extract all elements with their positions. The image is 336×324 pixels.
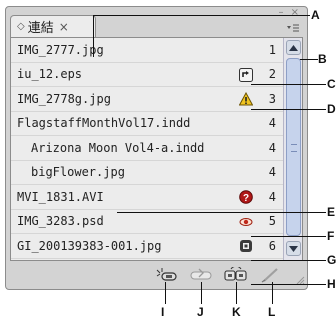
links-list: IMG_2777.jpg 1 iu_12.eps 2 IMG_2778g.jpg…	[10, 37, 303, 261]
link-name: IMG_2777.jpg	[17, 42, 104, 57]
list-item[interactable]: iu_12.eps 2	[11, 63, 283, 87]
callout-line-b	[300, 59, 318, 60]
scroll-up-button[interactable]	[286, 40, 301, 55]
close-icon[interactable]: ×	[59, 20, 69, 34]
callout-line-a	[93, 15, 94, 57]
callout-line-k	[236, 282, 237, 304]
callout-label-k: K	[232, 305, 241, 319]
callout-line-e	[117, 212, 326, 213]
callout-label-b: B	[318, 52, 327, 66]
link-page[interactable]: 2	[264, 67, 276, 81]
link-page[interactable]: 4	[264, 116, 276, 130]
relink-icon[interactable]	[154, 267, 178, 283]
link-page[interactable]: 4	[264, 165, 276, 179]
link-page[interactable]: 5	[264, 214, 276, 228]
callout-line-i	[165, 282, 166, 304]
callout-line-h	[251, 284, 326, 285]
tab-diamond-icon: ◇	[17, 21, 25, 32]
window-controls[interactable]: – ×	[278, 8, 301, 18]
callout-line-f	[251, 236, 326, 237]
list-item[interactable]: Arizona Moon Vol4-a.indd 4	[11, 136, 283, 161]
chevron-down-icon	[289, 245, 298, 252]
link-name: MVI_1831.AVI	[17, 189, 104, 204]
link-name: FlagstaffMonthVol17.indd	[17, 116, 191, 131]
edit-original-icon[interactable]	[261, 267, 281, 283]
scroll-down-button[interactable]	[286, 241, 301, 256]
modified-icon[interactable]	[239, 67, 253, 82]
update-link-icon[interactable]	[224, 267, 248, 283]
callout-line-g	[251, 260, 326, 261]
callout-label-f: F	[327, 229, 335, 243]
callout-label-c: C	[327, 77, 336, 91]
chevron-up-icon	[289, 44, 298, 51]
go-to-link-icon[interactable]	[190, 267, 212, 283]
callout-label-g: G	[327, 253, 336, 267]
link-page[interactable]: 4	[264, 141, 276, 155]
list-item[interactable]: MVI_1831.AVI ? 4	[11, 185, 283, 210]
callout-label-h: H	[327, 277, 336, 291]
callout-line-c	[251, 84, 326, 85]
missing-link-icon[interactable]: ?	[239, 190, 253, 204]
scroll-grip-icon	[291, 144, 297, 152]
tab-label: 連結	[27, 21, 54, 36]
callout-label-j: J	[197, 305, 204, 319]
link-name: bigFlower.jpg	[31, 165, 125, 180]
list-item[interactable]: IMG_2778g.jpg 3	[11, 87, 283, 112]
panel-toolbar	[6, 263, 309, 289]
link-name: IMG_3283.psd	[17, 214, 104, 229]
list-item[interactable]: GI_200139383-001.jpg 6	[11, 234, 283, 259]
list-item[interactable]: FlagstaffMonthVol17.indd 4	[11, 112, 283, 136]
callout-line-l	[272, 282, 273, 304]
scrollbar[interactable]	[283, 38, 302, 260]
link-page[interactable]: 4	[264, 190, 276, 204]
embedded-icon[interactable]	[239, 239, 253, 253]
callout-label-d: D	[327, 102, 336, 116]
panel-menu-icon	[287, 24, 299, 32]
eye-icon[interactable]	[239, 215, 253, 229]
callout-label-i: I	[161, 305, 165, 319]
callout-line-j	[201, 282, 202, 304]
svg-text:?: ?	[243, 193, 249, 204]
list-item[interactable]: bigFlower.jpg 4	[11, 161, 283, 185]
callout-line-d	[251, 109, 326, 110]
warning-icon[interactable]	[239, 92, 253, 106]
callout-label-a: A	[311, 8, 320, 22]
tab-links[interactable]: ◇ 連結 ×	[10, 15, 96, 37]
callout-line-a-top	[93, 15, 310, 16]
list-item[interactable]: IMG_3283.psd 5	[11, 210, 283, 234]
link-name: Arizona Moon Vol4-a.indd	[31, 140, 205, 155]
callout-label-e: E	[327, 205, 336, 219]
link-page[interactable]: 1	[264, 43, 276, 57]
link-page[interactable]: 6	[264, 239, 276, 253]
link-name: GI_200139383-001.jpg	[17, 238, 162, 253]
callout-label-l: L	[268, 305, 276, 319]
link-name: iu_12.eps	[17, 67, 83, 82]
link-name: IMG_2778g.jpg	[17, 91, 111, 106]
list-item[interactable]: IMG_2777.jpg 1	[11, 38, 283, 63]
panel-menu-button[interactable]	[284, 21, 302, 35]
links-panel: – × ◇ 連結 × IMG_2777.jpg 1 iu_12.eps 2 IM…	[5, 6, 308, 290]
link-page[interactable]: 3	[264, 92, 276, 106]
